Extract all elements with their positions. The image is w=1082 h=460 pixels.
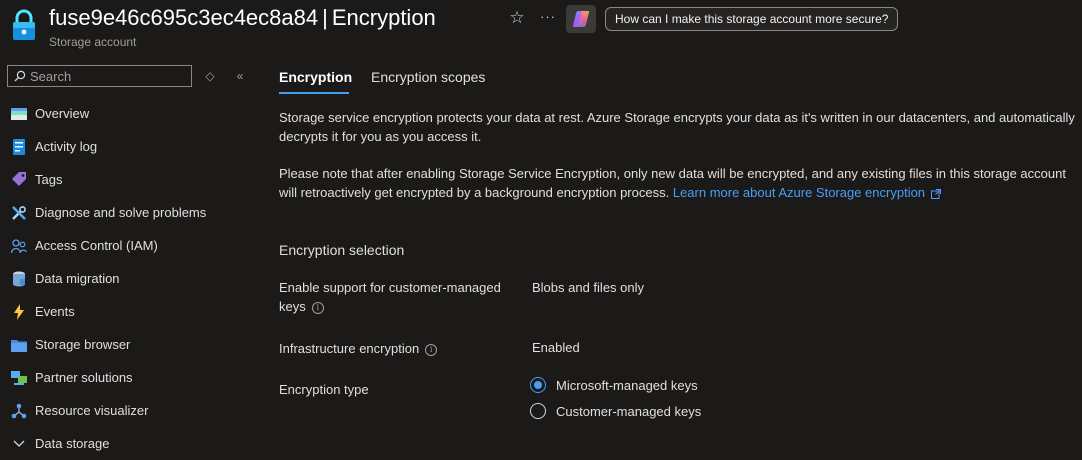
wrench-icon	[10, 204, 27, 221]
updown-icon: ◇	[205, 69, 215, 83]
search-input[interactable]	[26, 68, 180, 84]
cmk-support-value: Blobs and files only	[532, 280, 645, 295]
sidebar-group-data-storage[interactable]: Data storage	[0, 427, 255, 460]
cmk-support-label: Enable support for customer-managed keys…	[279, 278, 519, 316]
sidebar-item-activity-log[interactable]: Activity log	[0, 130, 255, 163]
page-title: fuse9e46c695c3ec4ec8a84 | Encryption	[49, 5, 436, 31]
learn-more-link[interactable]: Learn more about Azure Storage encryptio…	[673, 185, 941, 200]
sidebar-nav: Overview Activity log Tags Diagnose and …	[0, 97, 255, 460]
sidebar-item-label: Data migration	[35, 271, 120, 286]
sidebar-item-events[interactable]: Events	[0, 295, 255, 328]
copilot-button[interactable]	[566, 5, 596, 33]
learn-more-link-text: Learn more about Azure Storage encryptio…	[672, 185, 926, 200]
hierarchy-icon	[10, 402, 27, 419]
resource-name: fuse9e46c695c3ec4ec8a84	[49, 5, 319, 30]
sidebar-item-overview[interactable]: Overview	[0, 97, 255, 130]
page-name: Encryption	[331, 5, 436, 30]
resource-type-subtitle: Storage account	[49, 35, 137, 49]
sidebar-search[interactable]	[7, 65, 192, 87]
copilot-icon	[572, 10, 590, 28]
double-chevron-left-icon: «	[236, 69, 244, 83]
sidebar-item-label: Overview	[35, 106, 90, 121]
collapse-sidebar-button[interactable]: «	[233, 69, 247, 83]
radio-microsoft-managed-keys[interactable]: Microsoft-managed keys	[530, 377, 698, 393]
sidebar-item-label: Data storage	[35, 436, 110, 451]
copilot-suggestion-pill[interactable]: How can I make this storage account more…	[605, 7, 899, 31]
more-options-button[interactable]: ···	[539, 8, 557, 26]
encryption-note: Please note that after enabling Storage …	[279, 164, 1079, 202]
info-icon[interactable]: i	[425, 343, 438, 356]
tab-encryption[interactable]: Encryption	[279, 69, 352, 85]
encryption-description: Storage service encryption protects your…	[279, 110, 1075, 144]
sidebar-item-tags[interactable]: Tags	[0, 163, 255, 196]
external-link-icon	[930, 188, 941, 199]
lightning-icon	[10, 303, 27, 320]
storage-lock-icon	[11, 9, 37, 41]
sidebar-item-data-migration[interactable]: Data migration	[0, 262, 255, 295]
chevron-down-icon	[10, 435, 27, 452]
data-migration-icon	[10, 270, 27, 287]
ellipsis-icon: ···	[540, 9, 556, 24]
title-separator: |	[322, 5, 328, 30]
radio-unselected-icon[interactable]	[530, 403, 546, 419]
infrastructure-encryption-value: Enabled	[532, 340, 580, 355]
star-icon: ☆	[509, 8, 525, 27]
sidebar-item-label: Access Control (IAM)	[35, 238, 158, 253]
sidebar-item-resource-visualizer[interactable]: Resource visualizer	[0, 394, 255, 427]
sidebar-item-label: Storage browser	[35, 337, 131, 352]
radio-label: Microsoft-managed keys	[556, 377, 698, 393]
infrastructure-encryption-label-text: Infrastructure encryption	[279, 341, 420, 356]
sidebar-item-label: Activity log	[35, 139, 98, 154]
encryption-type-label: Encryption type	[279, 382, 369, 397]
sidebar-item-label: Resource visualizer	[35, 403, 149, 418]
search-icon	[14, 70, 26, 82]
infrastructure-encryption-label: Infrastructure encryption i	[279, 339, 519, 358]
people-icon	[10, 237, 27, 254]
expand-collapse-all-button[interactable]: ◇	[203, 69, 217, 83]
encryption-selection-heading: Encryption selection	[279, 242, 405, 258]
tag-icon	[10, 171, 27, 188]
radio-selected-icon[interactable]	[530, 377, 546, 393]
sidebar-item-label: Partner solutions	[35, 370, 133, 385]
favorite-star-button[interactable]: ☆	[508, 9, 526, 27]
folder-icon	[10, 336, 27, 353]
sidebar-item-label: Tags	[35, 172, 63, 187]
active-tab-indicator	[279, 92, 349, 94]
sidebar-item-storage-browser[interactable]: Storage browser	[0, 328, 255, 361]
partner-icon	[10, 369, 27, 386]
sidebar-item-partner-solutions[interactable]: Partner solutions	[0, 361, 255, 394]
sidebar-item-diagnose[interactable]: Diagnose and solve problems	[0, 196, 255, 229]
sidebar-item-label: Events	[35, 304, 75, 319]
tab-encryption-scopes[interactable]: Encryption scopes	[371, 69, 485, 85]
overview-icon	[10, 105, 27, 122]
info-icon[interactable]: i	[311, 301, 324, 314]
radio-customer-managed-keys[interactable]: Customer-managed keys	[530, 403, 701, 419]
sidebar-item-iam[interactable]: Access Control (IAM)	[0, 229, 255, 262]
radio-label: Customer-managed keys	[556, 403, 702, 419]
sidebar-item-label: Diagnose and solve problems	[35, 205, 207, 220]
activity-log-icon	[10, 138, 27, 155]
